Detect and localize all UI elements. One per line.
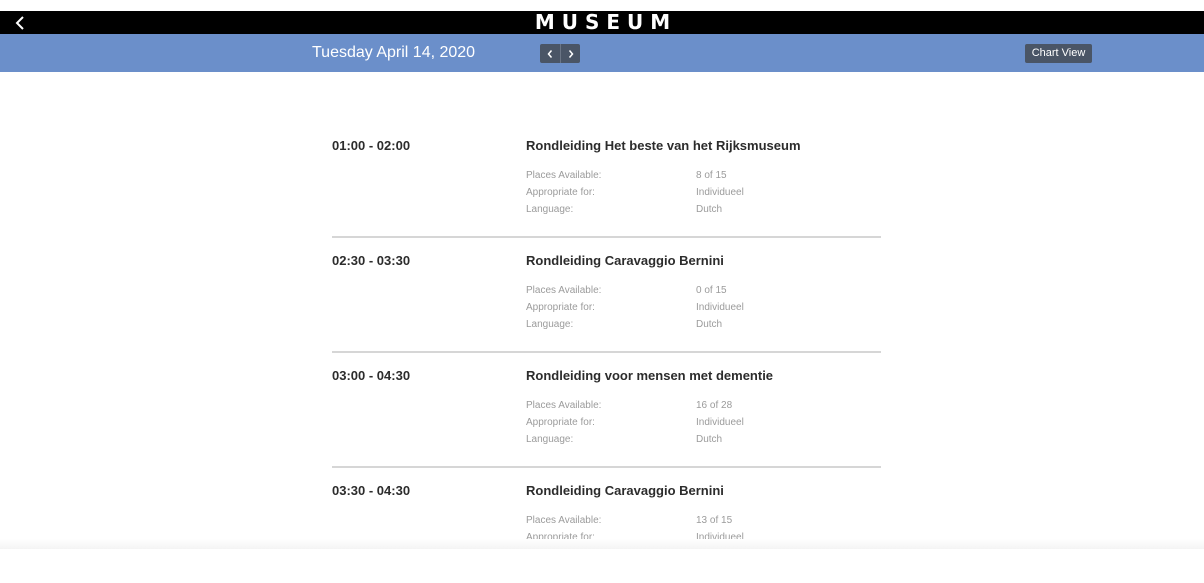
appropriate-value: Individueel <box>696 187 744 198</box>
session-title: Rondleiding Caravaggio Bernini <box>526 483 724 498</box>
session-time: 03:30 - 04:30 <box>332 483 411 498</box>
appropriate-row: Appropriate for: Individueel <box>526 299 826 316</box>
appropriate-row: Appropriate for: Individueel <box>526 414 826 431</box>
language-row: Language: Dutch <box>526 431 826 448</box>
places-value: 13 of 15 <box>696 515 733 526</box>
bottom-fade <box>0 539 1204 549</box>
session-details: Places Available: 8 of 15 Appropriate fo… <box>526 167 826 218</box>
places-row: Places Available: 0 of 15 <box>526 282 826 299</box>
appropriate-value: Individueel <box>696 417 744 428</box>
language-label: Language: <box>526 204 574 215</box>
appropriate-value: Individueel <box>696 302 744 313</box>
session-title: Rondleiding Caravaggio Bernini <box>526 253 724 268</box>
language-value: Dutch <box>696 204 723 215</box>
session-item[interactable]: 03:00 - 04:30 Rondleiding voor mensen me… <box>332 353 881 468</box>
places-value: 16 of 28 <box>696 400 733 411</box>
session-title: Rondleiding Het beste van het Rijksmuseu… <box>526 138 801 153</box>
language-value: Dutch <box>696 434 723 445</box>
session-title: Rondleiding voor mensen met dementie <box>526 368 774 383</box>
places-label: Places Available: <box>526 170 602 181</box>
session-item[interactable]: 01:00 - 02:00 Rondleiding Het beste van … <box>332 123 881 238</box>
appropriate-label: Appropriate for: <box>526 302 595 313</box>
chevron-right-icon <box>568 49 573 58</box>
date-bar: Tuesday April 14, 2020 Chart View <box>0 34 1204 72</box>
session-time: 01:00 - 02:00 <box>332 138 411 153</box>
current-date: Tuesday April 14, 2020 <box>312 44 476 61</box>
next-day-button[interactable] <box>560 44 580 63</box>
chevron-left-icon <box>547 49 553 58</box>
places-value: 0 of 15 <box>696 285 727 296</box>
app-title: MUSEUM <box>534 10 678 34</box>
top-bar: MUSEUM <box>0 11 1204 34</box>
places-row: Places Available: 8 of 15 <box>526 167 826 184</box>
appropriate-label: Appropriate for: <box>526 417 595 428</box>
session-item[interactable]: 03:30 - 04:30 Rondleiding Caravaggio Ber… <box>332 468 881 583</box>
language-value: Dutch <box>696 319 723 330</box>
language-label: Language: <box>526 434 574 445</box>
appropriate-label: Appropriate for: <box>526 187 595 198</box>
places-label: Places Available: <box>526 515 602 526</box>
session-time: 03:00 - 04:30 <box>332 368 411 383</box>
places-value: 8 of 15 <box>696 170 727 181</box>
appropriate-row: Appropriate for: Individueel <box>526 184 826 201</box>
session-details: Places Available: 0 of 15 Appropriate fo… <box>526 282 826 333</box>
previous-day-button[interactable] <box>540 44 560 63</box>
session-details: Places Available: 16 of 28 Appropriate f… <box>526 397 826 448</box>
places-row: Places Available: 16 of 28 <box>526 397 826 414</box>
session-list: 01:00 - 02:00 Rondleiding Het beste van … <box>332 123 881 583</box>
language-row: Language: Dutch <box>526 316 826 333</box>
session-time: 02:30 - 03:30 <box>332 253 411 268</box>
places-label: Places Available: <box>526 400 602 411</box>
chart-view-button[interactable]: Chart View <box>1025 44 1092 63</box>
language-label: Language: <box>526 319 574 330</box>
places-label: Places Available: <box>526 285 602 296</box>
session-item[interactable]: 02:30 - 03:30 Rondleiding Caravaggio Ber… <box>332 238 881 353</box>
language-row: Language: Dutch <box>526 201 826 218</box>
date-navigation <box>540 44 580 63</box>
places-row: Places Available: 13 of 15 <box>526 512 826 529</box>
